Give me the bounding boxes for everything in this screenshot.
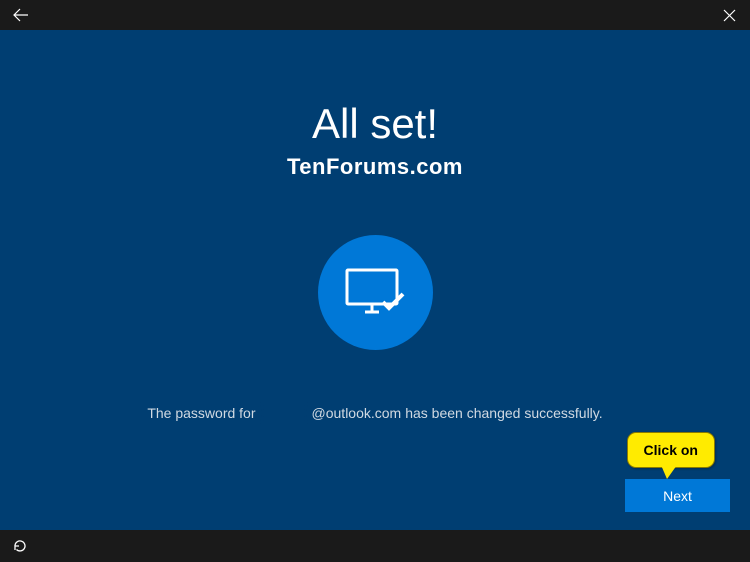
status-message: The password for @outlook.com has been c… (147, 405, 602, 421)
close-button[interactable] (720, 6, 738, 24)
status-suffix: has been changed successfully. (405, 405, 602, 421)
status-prefix: The password for (147, 405, 255, 421)
main-content: All set! TenForums.com The password for … (0, 30, 750, 530)
success-icon-circle (318, 235, 433, 350)
monitor-check-icon (345, 268, 405, 318)
back-button[interactable] (12, 6, 30, 24)
titlebar (0, 0, 750, 30)
redacted-username (260, 406, 308, 420)
watermark-text: TenForums.com (287, 154, 463, 180)
accessibility-icon[interactable] (12, 538, 28, 554)
annotation-tooltip: Click on (627, 432, 715, 468)
status-domain: @outlook.com (312, 405, 402, 421)
next-button[interactable]: Next (625, 479, 730, 512)
bottombar (0, 530, 750, 562)
page-title: All set! (312, 100, 438, 148)
